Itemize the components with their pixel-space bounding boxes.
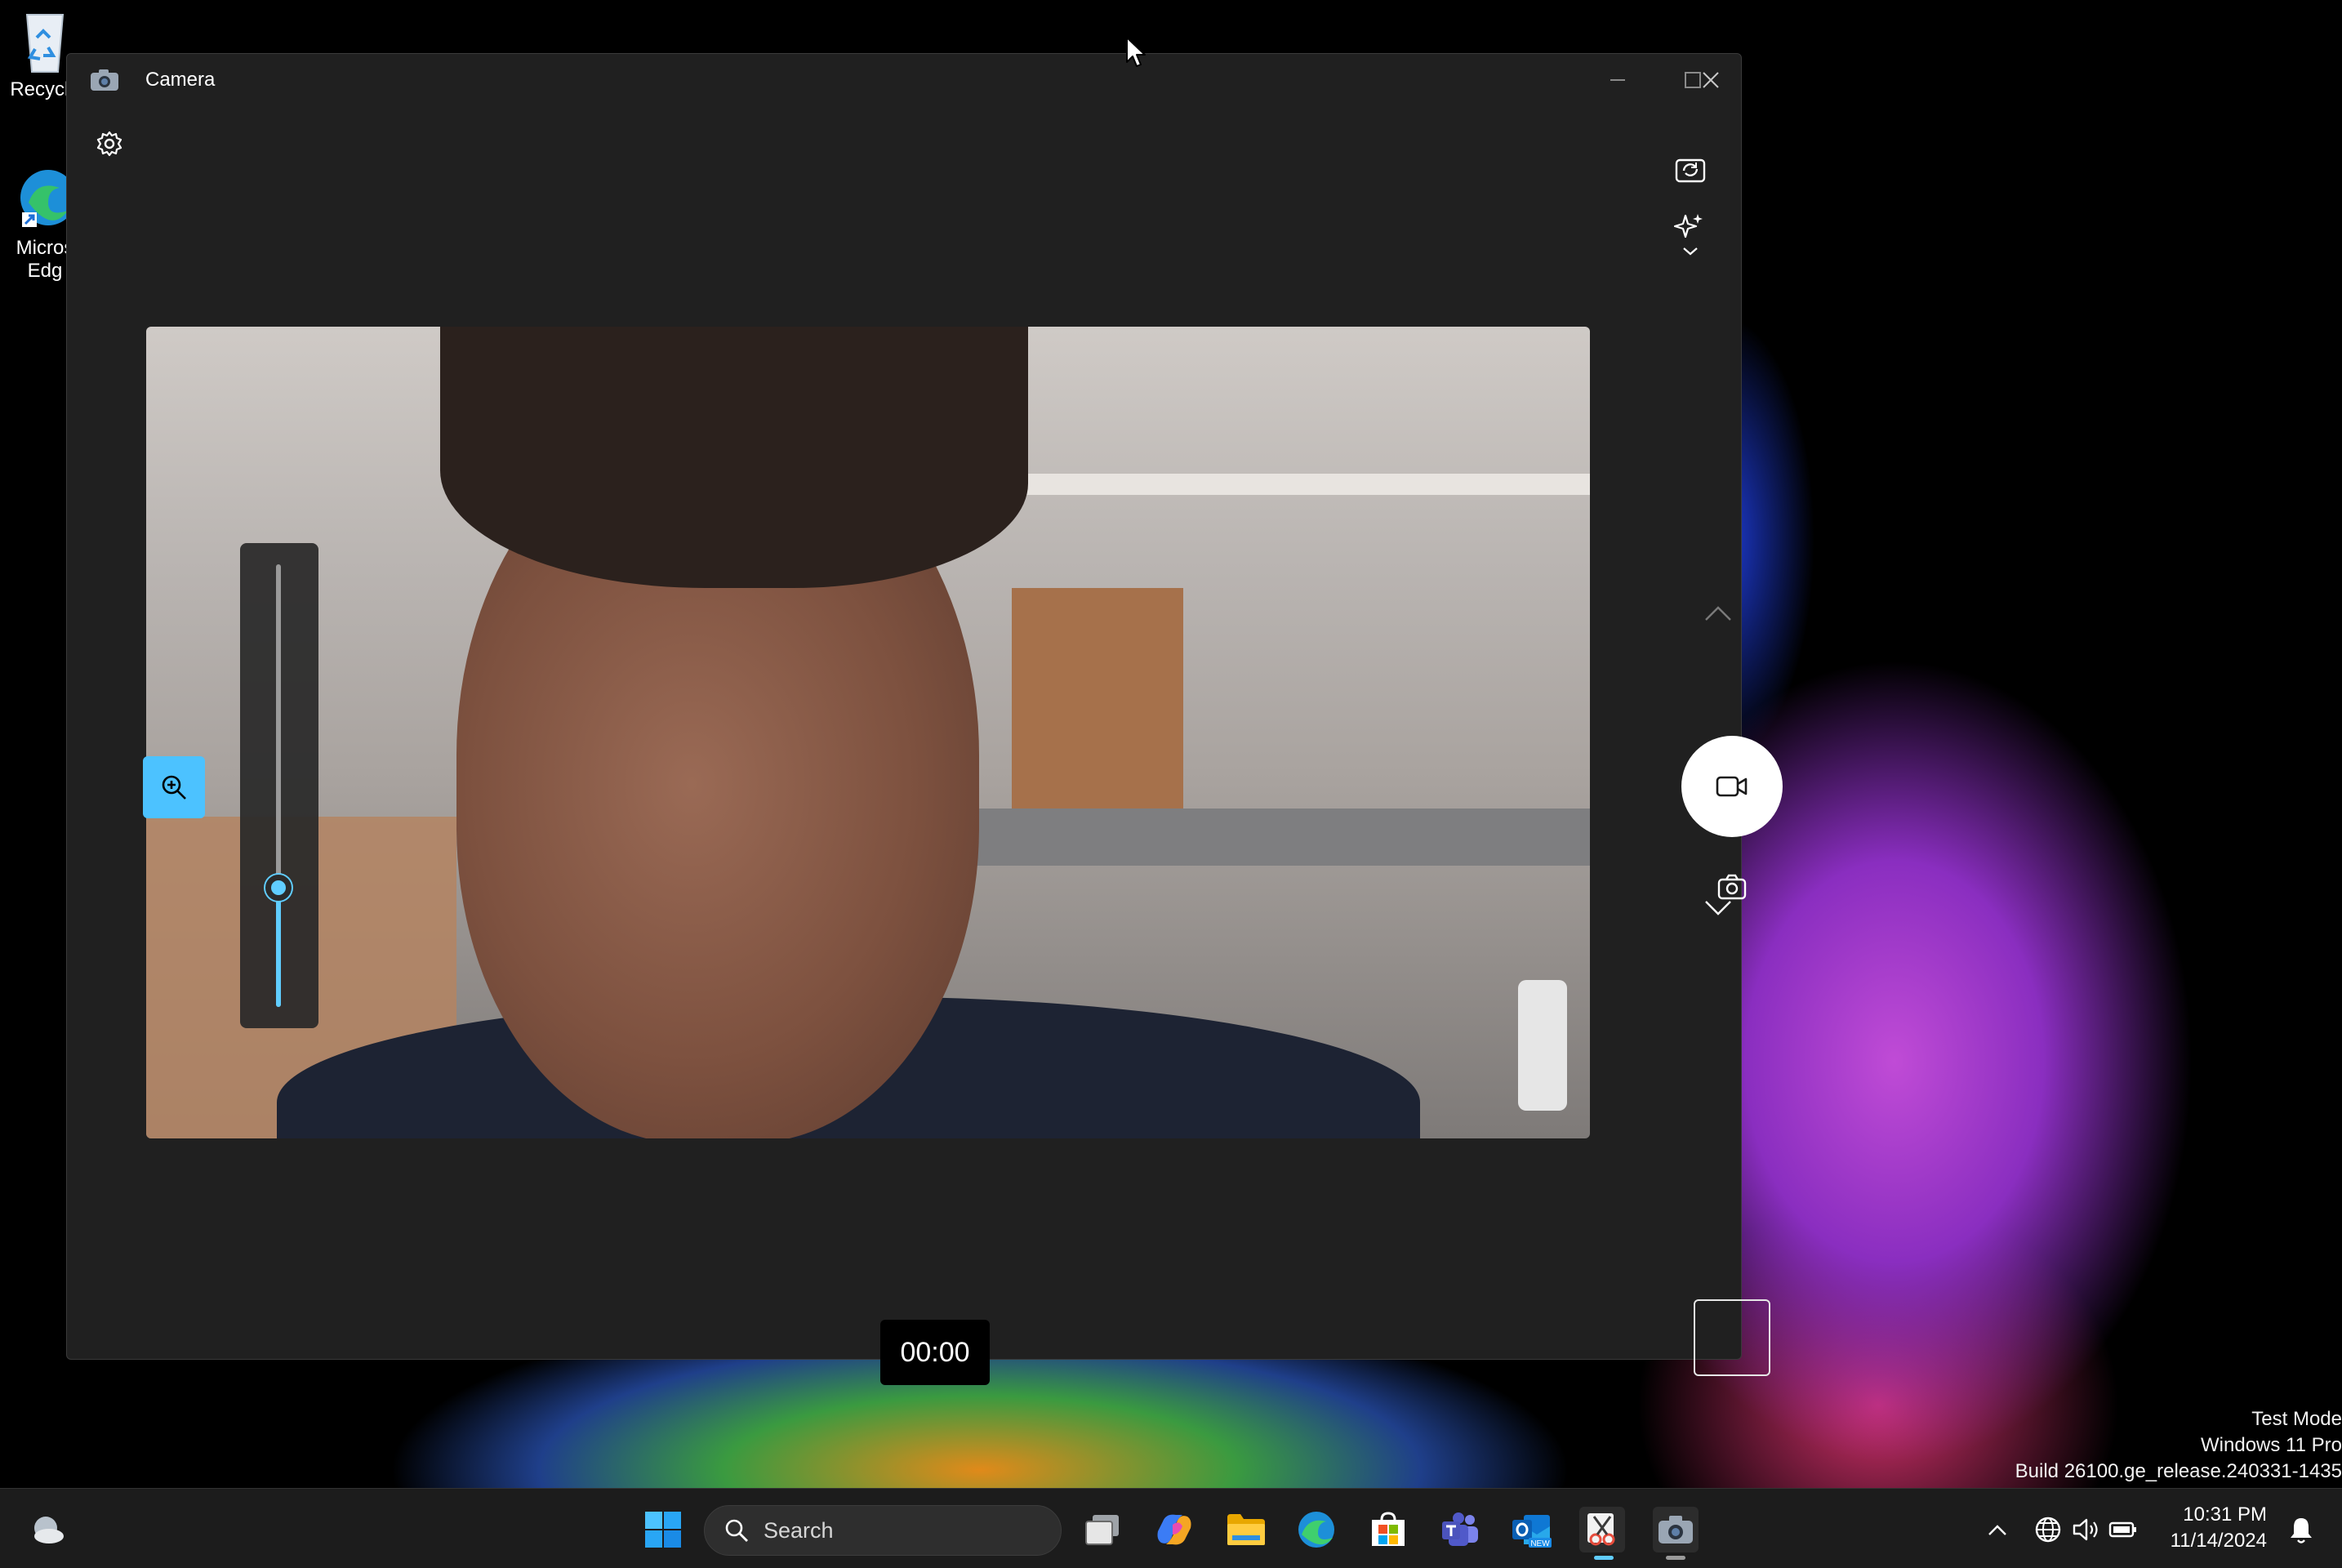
camera-window: Camera 00:00 (66, 53, 1783, 1385)
snipping-tool-icon (1587, 1513, 1615, 1546)
effects-button[interactable] (1666, 204, 1715, 270)
svg-text:NEW: NEW (1530, 1539, 1550, 1548)
video-camera-icon (1716, 776, 1748, 797)
file-explorer-button[interactable] (1223, 1507, 1269, 1552)
edge-icon (1298, 1512, 1334, 1548)
zoom-slider[interactable] (240, 543, 318, 1028)
task-view-button[interactable] (1080, 1507, 1125, 1552)
camera-taskbar-button[interactable] (1653, 1507, 1699, 1552)
background-shelf-bottom (946, 808, 1590, 866)
chevron-down-icon (1705, 901, 1731, 915)
watermark-line-2: Windows 11 Pro (2201, 1434, 2342, 1456)
background-box (1012, 588, 1183, 817)
camera-preview[interactable] (146, 327, 1590, 1138)
background-bottle (1518, 980, 1567, 1111)
switch-camera-icon (1675, 158, 1706, 183)
clock[interactable]: 10:31 PM 11/14/2024 (2171, 1502, 2267, 1554)
test-mode-watermark: Test Mode Windows 11 Pro Build 26100.ge_… (2015, 1406, 2342, 1485)
camera-app-icon (90, 69, 119, 91)
teams-button[interactable] (1437, 1507, 1483, 1552)
volume-icon (2073, 1518, 2098, 1541)
subject-hair (440, 327, 1028, 588)
zoom-button[interactable] (143, 756, 205, 818)
windows-logo-icon (645, 1512, 681, 1548)
task-view-icon (1085, 1515, 1119, 1545)
chevron-up-icon (1988, 1525, 2006, 1535)
show-hidden-icons-button[interactable] (1979, 1507, 2015, 1552)
recording-timer: 00:00 (880, 1320, 990, 1385)
switch-camera-button[interactable] (1666, 145, 1715, 194)
clock-date: 11/14/2024 (2170, 1530, 2267, 1552)
camera-icon (1659, 1516, 1693, 1544)
close-button[interactable] (1682, 60, 1739, 100)
mouse-cursor-icon (1126, 37, 1146, 67)
widgets-button[interactable] (24, 1507, 70, 1552)
zoom-slider-thumb[interactable] (265, 874, 292, 901)
weather-cloud-icon (34, 1517, 64, 1544)
copilot-icon (1157, 1514, 1191, 1545)
previous-mode-button[interactable] (1694, 593, 1743, 634)
copilot-button[interactable] (1151, 1507, 1197, 1552)
folder-icon (1227, 1514, 1265, 1545)
record-video-button[interactable] (1681, 736, 1783, 837)
outlook-icon: NEW (1512, 1515, 1552, 1548)
start-button[interactable] (640, 1507, 686, 1552)
window-title: Camera (145, 69, 216, 91)
taskbar-search-box[interactable]: Search (704, 1505, 1062, 1556)
next-mode-button[interactable] (1694, 887, 1743, 928)
edge-button[interactable] (1293, 1507, 1339, 1552)
watermark-line-3: Build 26100.ge_release.240331-1435 (2015, 1460, 2342, 1482)
camera-running-indicator (1666, 1556, 1685, 1560)
settings-button[interactable] (90, 124, 129, 163)
background-shelf-top (946, 474, 1590, 495)
snipping-tool-button[interactable] (1579, 1507, 1625, 1552)
zoom-slider-fill (276, 887, 281, 1007)
chevron-up-icon (1705, 606, 1731, 621)
chevron-down-icon (1683, 247, 1698, 256)
network-globe-icon (2035, 1517, 2061, 1543)
outlook-new-button[interactable]: NEW (1509, 1507, 1555, 1552)
clock-time: 10:31 PM (2183, 1503, 2267, 1526)
zoom-in-icon (162, 775, 186, 800)
snipping-tool-running-indicator (1594, 1556, 1614, 1560)
minimize-button[interactable] (1589, 60, 1646, 100)
search-icon (725, 1519, 748, 1542)
close-icon (1703, 72, 1719, 88)
title-bar[interactable]: Camera (67, 54, 1741, 106)
gear-icon (96, 131, 122, 157)
minimize-icon (1610, 79, 1625, 81)
taskbar: Search NEW 10:31 PM 11/14/2024 (0, 1488, 2342, 1568)
store-bag-icon (1372, 1512, 1405, 1546)
sparkle-effects-icon (1674, 214, 1703, 256)
quick-settings-button[interactable] (2028, 1507, 2143, 1552)
notifications-button[interactable] (2278, 1507, 2324, 1552)
watermark-line-1: Test Mode (2251, 1408, 2342, 1430)
search-placeholder: Search (764, 1517, 834, 1543)
gallery-thumbnail-button[interactable] (1694, 1299, 1770, 1376)
teams-icon (1442, 1512, 1478, 1546)
microsoft-store-button[interactable] (1365, 1507, 1411, 1552)
bell-icon (2291, 1518, 2312, 1544)
battery-icon (2108, 1521, 2136, 1538)
